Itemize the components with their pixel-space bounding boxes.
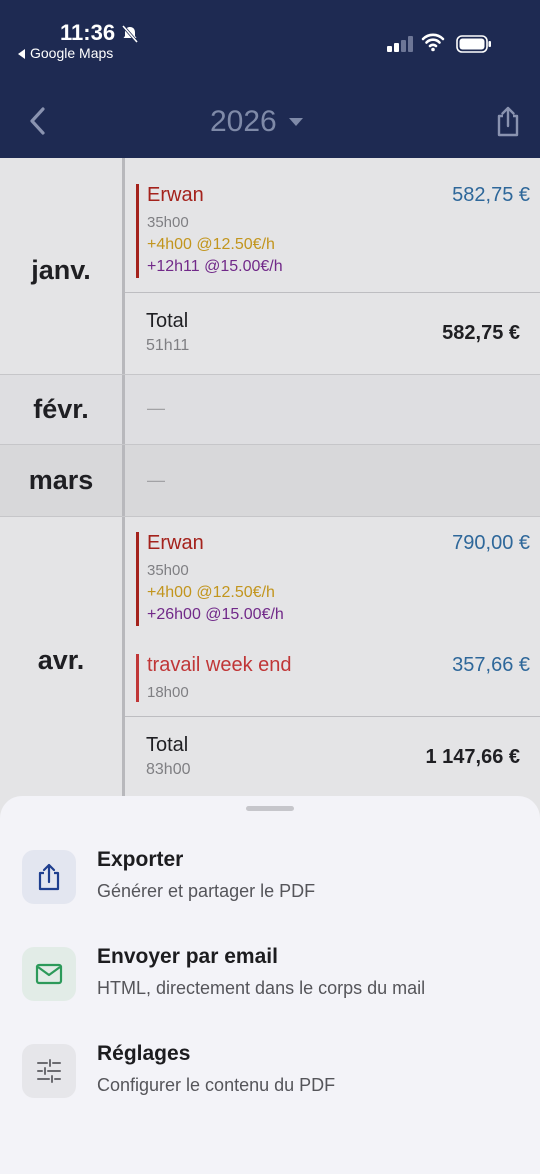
sheet-grabber[interactable] [246, 806, 294, 811]
wifi-icon [421, 33, 445, 52]
sliders-icon [37, 1059, 61, 1083]
settings-icon-box [22, 1044, 76, 1098]
settings-option[interactable]: Réglages Configurer le contenu du PDF [22, 1038, 522, 1108]
caret-down-icon [288, 118, 303, 126]
back-chevron-icon[interactable] [24, 104, 52, 138]
mail-icon [35, 963, 63, 985]
bell-muted-icon [121, 25, 139, 43]
status-time: 11:36 [60, 20, 116, 45]
option-description: Générer et partager le PDF [97, 881, 316, 901]
email-option[interactable]: Envoyer par email HTML, directement dans… [22, 941, 522, 1011]
option-title: Envoyer par email [97, 945, 278, 968]
option-title: Réglages [97, 1042, 191, 1065]
year-label: 2026 [210, 105, 277, 138]
back-triangle-icon [18, 49, 25, 60]
top-bar: 11:36 Google Maps 2026 [0, 0, 540, 158]
cellular-signal-icon [387, 36, 413, 52]
back-app-label: Google Maps [30, 45, 114, 61]
option-description: HTML, directement dans le corps du mail [97, 978, 426, 998]
option-description: Configurer le contenu du PDF [97, 1075, 336, 1095]
year-picker[interactable]: 2026 [210, 100, 330, 144]
share-icon[interactable] [494, 104, 522, 138]
back-to-app-link[interactable]: Google Maps [18, 45, 113, 61]
share-icon [38, 863, 60, 891]
email-icon-box [22, 947, 76, 1001]
export-icon-box [22, 850, 76, 904]
action-sheet: Exporter Générer et partager le PDF Envo… [0, 796, 540, 1174]
battery-icon [456, 35, 491, 53]
export-option[interactable]: Exporter Générer et partager le PDF [22, 844, 522, 914]
option-title: Exporter [97, 848, 184, 871]
